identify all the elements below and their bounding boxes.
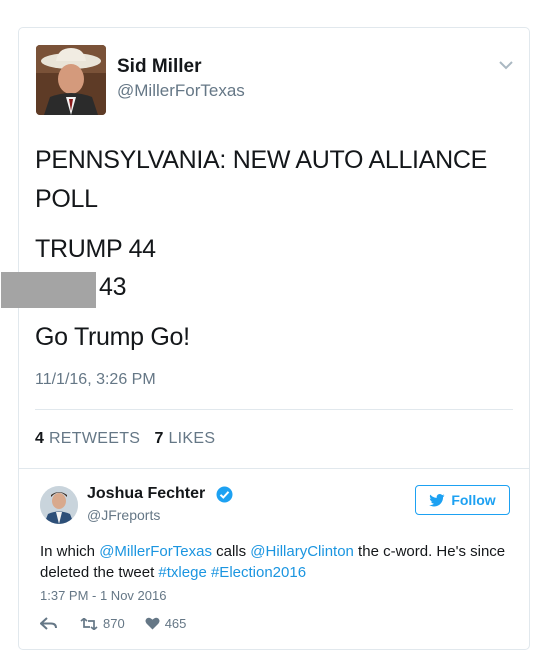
embed-timestamp[interactable]: 1:37 PM - 1 Nov 2016 xyxy=(40,588,166,603)
tweet-stats: 4 RETWEETS 7 LIKES xyxy=(35,430,215,448)
embed-author-avatar[interactable] xyxy=(40,486,78,524)
chevron-down-icon[interactable] xyxy=(499,60,513,70)
tweet-card: Sid Miller @MillerForTexas PENNSYLVANIA:… xyxy=(1,27,530,650)
redaction-box xyxy=(1,272,96,308)
tweet-text-line-2: POLL xyxy=(35,185,98,213)
like-count: 465 xyxy=(164,616,187,631)
author-name[interactable]: Sid Miller xyxy=(117,56,201,78)
tweet-text-line-4: 43 xyxy=(99,273,127,301)
tweet-text-line-1: PENNSYLVANIA: NEW AUTO ALLIANCE xyxy=(35,146,487,174)
reply-icon[interactable] xyxy=(40,617,58,630)
tweet-text-line-3: TRUMP 44 xyxy=(35,235,156,263)
embed-author-handle[interactable]: @JFreports xyxy=(87,507,160,523)
hashtag-link[interactable]: #Election2016 xyxy=(211,564,306,581)
follow-label: Follow xyxy=(451,492,496,508)
embed-author-name[interactable]: Joshua Fechter xyxy=(87,485,205,503)
follow-button[interactable]: Follow xyxy=(415,485,510,515)
tweet-text-line-5: Go Trump Go! xyxy=(35,323,190,351)
retweet-count: 870 xyxy=(103,616,125,631)
text-segment: In which xyxy=(40,543,100,560)
author-handle[interactable]: @MillerForTexas xyxy=(117,81,245,101)
divider xyxy=(35,409,513,410)
hashtag-link[interactable]: #txlege xyxy=(158,564,206,581)
text-segment: calls xyxy=(211,543,251,560)
tweet-timestamp[interactable]: 11/1/16, 3:26 PM xyxy=(35,371,156,389)
divider xyxy=(19,468,529,469)
retweets-label[interactable]: RETWEETS xyxy=(49,430,140,447)
likes-label[interactable]: LIKES xyxy=(168,430,215,447)
heart-icon xyxy=(145,617,160,630)
retweet-action[interactable]: 870 xyxy=(80,616,125,631)
embed-tweet-text: In which @MillerForTexas calls @HillaryC… xyxy=(40,541,518,583)
embed-actions: 870 465 xyxy=(40,616,186,631)
retweet-icon xyxy=(80,617,98,630)
verified-badge-icon xyxy=(216,486,233,503)
author-avatar[interactable] xyxy=(36,45,106,115)
retweets-count[interactable]: 4 xyxy=(35,430,44,447)
like-action[interactable]: 465 xyxy=(145,616,187,631)
mention-link[interactable]: @MillerForTexas xyxy=(99,543,212,560)
mention-link[interactable]: @HillaryClinton xyxy=(250,543,354,560)
likes-count[interactable]: 7 xyxy=(155,430,164,447)
bird-icon xyxy=(429,493,445,506)
